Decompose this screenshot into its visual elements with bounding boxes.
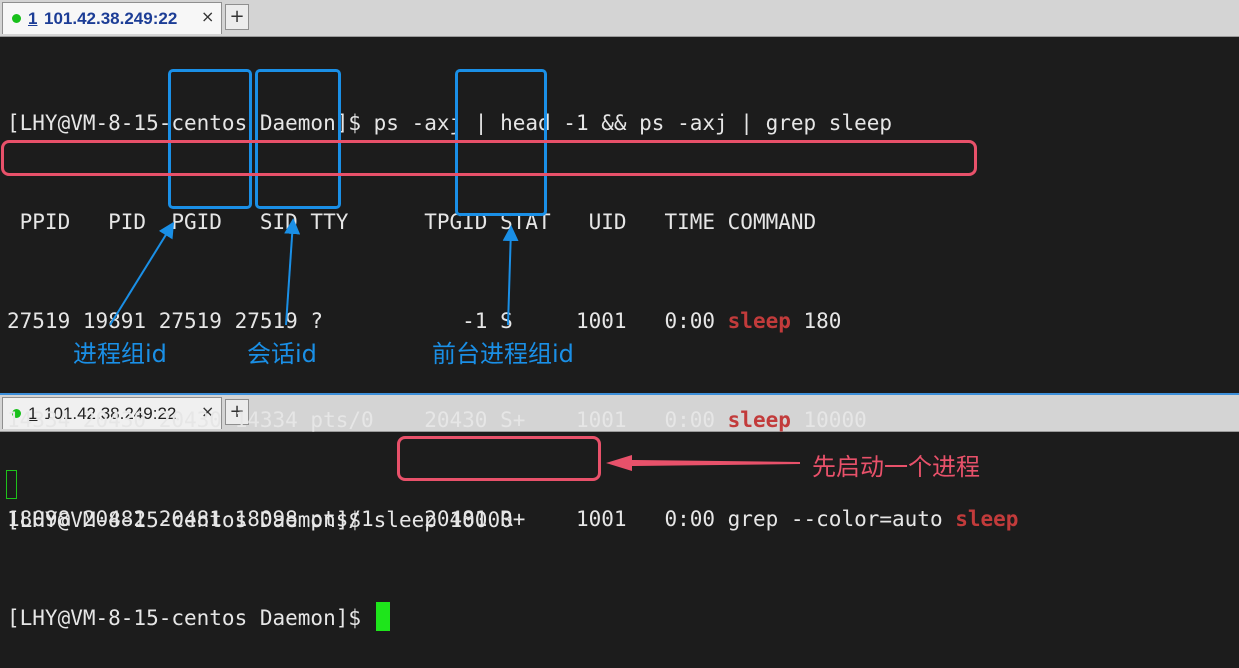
terminal-cursor-inactive [6,470,17,499]
shell-command: ps -axj | head -1 && ps -axj | grep slee… [373,111,893,135]
shell-command: sleep 10000 [373,508,513,532]
command-line: [LHY@VM-8-15-centos Daemon]$ sleep 10000 [7,504,513,537]
prompt-line[interactable]: [LHY@VM-8-15-centos Daemon]$ [7,602,1018,635]
grep-match: sleep [727,408,791,432]
grep-match: sleep [955,507,1019,531]
process-args: 10000 [790,408,867,432]
grep-match: sleep [727,309,791,333]
add-tab-icon[interactable]: + [225,4,249,30]
shell-prompt: [LHY@VM-8-15-centos Daemon]$ [7,606,374,630]
status-dot-icon [12,14,21,23]
terminal-cursor [375,602,390,631]
session-tab-top[interactable]: 1 101.42.38.249:22 × [2,2,222,34]
process-row: 14334 20430 20430 14334 pts/0 20430 S+ 1… [7,404,1018,437]
sid-column-highlight [255,69,341,209]
sid-label: 会话id [247,340,317,368]
tpgid-label: 前台进程组id [432,340,574,368]
sleep-process-row-highlight [1,140,977,176]
sleep-command-highlight [397,436,601,481]
process-columns: 27519 19891 27519 27519 ? -1 S 1001 0:00 [7,309,728,333]
close-icon[interactable]: × [201,7,214,26]
process-args: 180 [790,309,842,333]
pgid-label: 进程组id [73,340,167,368]
shell-prompt: [LHY@VM-8-15-centos Daemon]$ [7,508,374,532]
tab-number: 1 [28,9,38,28]
pgid-column-highlight [168,69,252,209]
tab-title: 101.42.38.249:22 [44,9,178,28]
process-columns: 14334 20430 20430 14334 pts/0 20430 S+ 1… [7,408,728,432]
start-process-label: 先启动一个进程 [812,453,980,481]
tab-bar-top: 1 101.42.38.249:22 × + [0,0,1239,37]
